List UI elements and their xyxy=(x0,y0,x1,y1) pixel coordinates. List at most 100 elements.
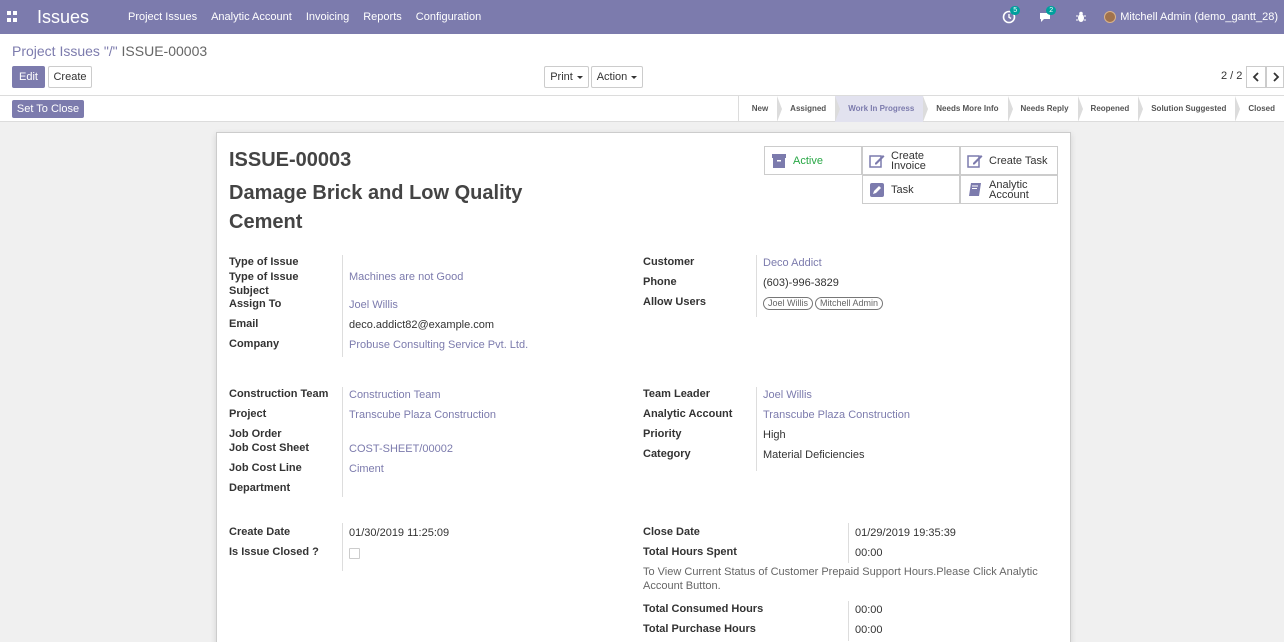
create-button[interactable]: Create xyxy=(48,66,92,88)
chevron-left-icon xyxy=(1252,72,1259,82)
priority-label: Priority xyxy=(643,428,682,440)
email-value[interactable]: deco.addict82@example.com xyxy=(349,319,494,331)
activity-icon[interactable]: 5 xyxy=(1002,6,1021,24)
activity-count-badge: 5 xyxy=(1010,6,1021,15)
field-separator xyxy=(342,255,343,357)
messages-icon[interactable]: 2 xyxy=(1038,6,1057,24)
job-cost-sheet-value[interactable]: COST-SHEET/00002 xyxy=(349,443,453,455)
job-cost-line-value[interactable]: Ciment xyxy=(349,463,384,475)
bug-icon[interactable] xyxy=(1074,10,1088,24)
stage-pipeline: New Assigned Work In Progress Needs More… xyxy=(737,96,1284,122)
pager-next-button[interactable] xyxy=(1266,66,1284,88)
messages-count-badge: 2 xyxy=(1046,6,1057,15)
company-value[interactable]: Probuse Consulting Service Pvt. Ltd. xyxy=(349,339,528,351)
set-to-close-button[interactable]: Set To Close xyxy=(12,100,84,118)
stage-reopened[interactable]: Reopened xyxy=(1078,96,1143,122)
department-label: Department xyxy=(229,482,291,494)
analytic-account-label: Analytic Account xyxy=(989,178,1029,201)
menu-reports[interactable]: Reports xyxy=(356,0,409,34)
create-task-label: Create Task xyxy=(989,154,1048,167)
project-label: Project xyxy=(229,408,267,420)
analytic-account-button[interactable]: Analytic Account xyxy=(960,175,1058,204)
pager-value[interactable]: 2 / 2 xyxy=(1221,70,1242,82)
total-purchase-hours-value: 00:00 xyxy=(855,624,883,636)
book-icon xyxy=(967,182,983,198)
job-cost-line-label: Job Cost Line xyxy=(229,462,302,474)
construction-team-value[interactable]: Construction Team xyxy=(349,389,441,401)
breadcrumb-parent[interactable]: Project Issues "/" xyxy=(12,43,118,59)
active-label: Active xyxy=(793,154,823,167)
active-toggle-button[interactable]: Active xyxy=(764,146,862,175)
field-separator xyxy=(342,387,343,497)
total-hours-spent-value: 00:00 xyxy=(855,547,883,559)
issue-name[interactable]: Damage Brick and Low Quality Cement xyxy=(229,179,559,237)
field-separator xyxy=(756,387,757,471)
team-leader-label: Team Leader xyxy=(643,388,711,400)
user-tag[interactable]: Joel Willis xyxy=(763,297,814,310)
top-navbar: Issues Project Issues Analytic Account I… xyxy=(0,0,1284,34)
systray: 5 2 Mitchell Admin (demo_gantt_28) xyxy=(1002,0,1284,34)
team-leader-value[interactable]: Joel Willis xyxy=(763,389,812,401)
customer-value[interactable]: Deco Addict xyxy=(763,257,822,269)
edit-icon xyxy=(967,153,983,169)
create-task-button[interactable]: Create Task xyxy=(960,146,1058,175)
menu-configuration[interactable]: Configuration xyxy=(409,0,488,34)
app-title[interactable]: Issues xyxy=(37,7,89,28)
issue-reference: ISSUE-00003 xyxy=(229,149,352,171)
stage-needs-more-info[interactable]: Needs More Info xyxy=(923,96,1013,122)
task-button[interactable]: Task xyxy=(862,175,960,204)
create-date-value[interactable]: 01/30/2019 11:25:09 xyxy=(349,527,449,539)
job-order-label: Job Order xyxy=(229,428,282,440)
close-date-label: Close Date xyxy=(643,526,700,538)
pencil-square-icon xyxy=(869,182,885,198)
print-dropdown[interactable]: Print xyxy=(544,66,589,88)
category-label: Category xyxy=(643,448,691,460)
prepaid-hours-help-text: To View Current Status of Customer Prepa… xyxy=(643,566,1038,592)
print-caret-icon xyxy=(576,75,583,79)
main-menu: Project Issues Analytic Account Invoicin… xyxy=(121,0,488,34)
category-value[interactable]: Material Deficiencies xyxy=(763,449,864,461)
priority-value[interactable]: High xyxy=(763,429,786,441)
project-value[interactable]: Transcube Plaza Construction xyxy=(349,409,496,421)
email-label: Email xyxy=(229,318,259,330)
is-issue-closed-label: Is Issue Closed ? xyxy=(229,546,319,558)
stage-new[interactable]: New xyxy=(739,96,783,122)
construction-team-label: Construction Team xyxy=(229,388,329,400)
close-date-value[interactable]: 01/29/2019 19:35:39 xyxy=(855,527,956,539)
menu-analytic-account[interactable]: Analytic Account xyxy=(204,0,299,34)
analytic-account-field-label: Analytic Account xyxy=(643,408,733,420)
type-of-issue-label: Type of Issue xyxy=(229,256,299,268)
user-menu[interactable]: Mitchell Admin (demo_gantt_28) xyxy=(1104,11,1278,23)
total-consumed-hours-value: 00:00 xyxy=(855,604,883,616)
customer-label: Customer xyxy=(643,256,695,268)
company-label: Company xyxy=(229,338,280,350)
assign-to-label: Assign To xyxy=(229,298,282,310)
action-dropdown[interactable]: Action xyxy=(591,66,643,88)
stage-work-in-progress[interactable]: Work In Progress xyxy=(835,96,929,122)
create-date-label: Create Date xyxy=(229,526,291,538)
is-issue-closed-checkbox[interactable] xyxy=(349,548,360,559)
archive-icon xyxy=(771,153,787,169)
type-of-issue-subject-label: Type of Issue Subject xyxy=(229,271,299,297)
apps-menu-icon[interactable] xyxy=(7,11,18,22)
chevron-right-icon xyxy=(1273,72,1280,82)
phone-label: Phone xyxy=(643,276,677,288)
menu-project-issues[interactable]: Project Issues xyxy=(121,0,204,34)
stage-needs-reply[interactable]: Needs Reply xyxy=(1008,96,1083,122)
pager-previous-button[interactable] xyxy=(1246,66,1266,88)
create-invoice-label: Create Invoice xyxy=(891,149,926,172)
assign-to-value[interactable]: Joel Willis xyxy=(349,299,398,311)
phone-value[interactable]: (603)-996-3829 xyxy=(763,277,839,289)
stage-assigned[interactable]: Assigned xyxy=(777,96,841,122)
total-hours-spent-label: Total Hours Spent xyxy=(643,546,737,558)
create-invoice-button[interactable]: Create Invoice xyxy=(862,146,960,175)
analytic-account-value[interactable]: Transcube Plaza Construction xyxy=(763,409,910,421)
menu-invoicing[interactable]: Invoicing xyxy=(299,0,356,34)
total-purchase-hours-label: Total Purchase Hours xyxy=(643,623,756,635)
stage-solution-suggested[interactable]: Solution Suggested xyxy=(1138,96,1241,122)
stage-closed[interactable]: Closed xyxy=(1235,96,1284,122)
user-tag[interactable]: Mitchell Admin xyxy=(815,297,884,310)
breadcrumb-current: ISSUE-00003 xyxy=(117,43,208,59)
edit-button[interactable]: Edit xyxy=(12,66,45,88)
type-of-issue-subject-value[interactable]: Machines are not Good xyxy=(349,271,463,283)
